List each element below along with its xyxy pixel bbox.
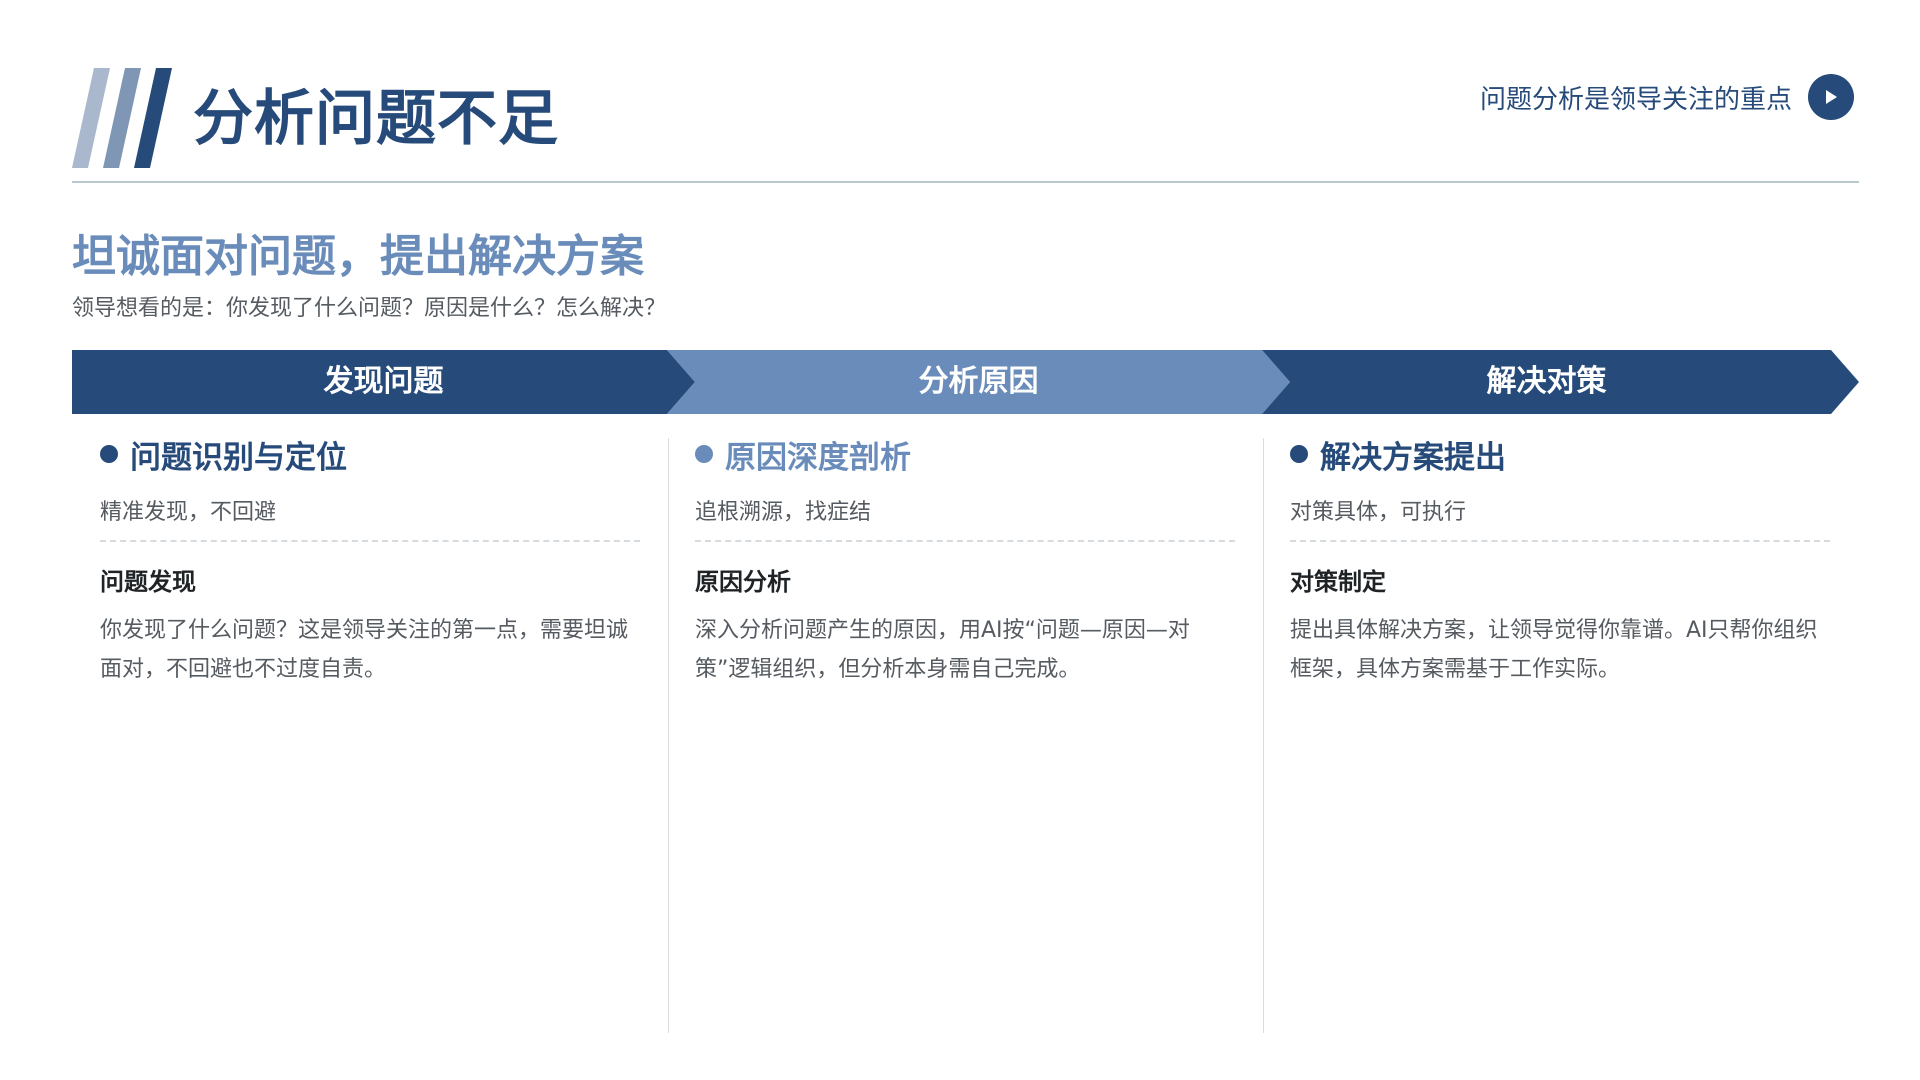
column-divider	[668, 438, 669, 1033]
page-title: 分析问题不足	[193, 84, 559, 154]
column-body: 深入分析问题产生的原因，用AI按“问题—原因—对策”逻辑组织，但分析本身需自己完…	[695, 618, 1190, 682]
column-heading-text: 解决方案提出	[1320, 439, 1506, 476]
bullet-dot-icon	[695, 445, 713, 463]
column-tagline: 追根溯源，找症结	[695, 500, 872, 525]
column-solve: 解决方案提出 对策具体，可执行 对策制定 提出具体解决方案，让领导觉得你靠谱。A…	[1290, 430, 1830, 689]
play-icon	[1826, 90, 1837, 104]
column-divider	[1263, 438, 1264, 1033]
column-heading: 解决方案提出	[1290, 430, 1830, 478]
header-note-text: 问题分析是领导关注的重点	[1479, 84, 1792, 115]
play-button[interactable]	[1808, 74, 1854, 120]
column-heading-text: 问题识别与定位	[130, 439, 347, 476]
step-label-discover: 发现问题	[323, 364, 444, 399]
dashed-divider	[695, 540, 1235, 542]
header-note: 问题分析是领导关注的重点	[1480, 74, 1854, 120]
section-intro: 领导想看的是：你发现了什么问题？原因是什么？怎么解决？	[72, 296, 667, 321]
bullet-dot-icon	[100, 445, 118, 463]
column-body: 你发现了什么问题？这是领导关注的第一点，需要坦诚面对，不回避也不过度自责。	[100, 618, 629, 682]
column-discover: 问题识别与定位 精准发现，不回避 问题发现 你发现了什么问题？这是领导关注的第一…	[100, 430, 640, 689]
bullet-dot-icon	[1290, 445, 1308, 463]
process-bar: 发现问题 分析原因 解决对策	[72, 350, 1859, 414]
column-subheading: 问题发现	[100, 568, 196, 596]
column-subheading: 对策制定	[1290, 568, 1386, 596]
section-subtitle: 坦诚面对问题，提出解决方案	[72, 231, 644, 282]
column-analyze: 原因深度剖析 追根溯源，找症结 原因分析 深入分析问题产生的原因，用AI按“问题…	[695, 430, 1235, 689]
slide: 分析问题不足 问题分析是领导关注的重点 坦诚面对问题，提出解决方案 领导想看的是…	[0, 0, 1920, 1080]
header-divider	[72, 181, 1859, 183]
title-stripes-icon	[72, 68, 172, 168]
column-heading: 问题识别与定位	[100, 430, 640, 478]
column-heading: 原因深度剖析	[695, 430, 1235, 478]
step-label-analyze: 分析原因	[918, 364, 1039, 399]
column-subheading: 原因分析	[695, 568, 791, 596]
dashed-divider	[1290, 540, 1830, 542]
column-body: 提出具体解决方案，让领导觉得你靠谱。AI只帮你组织框架，具体方案需基于工作实际。	[1290, 618, 1818, 682]
column-tagline: 对策具体，可执行	[1290, 500, 1467, 525]
column-tagline: 精准发现，不回避	[100, 500, 277, 525]
dashed-divider	[100, 540, 640, 542]
column-heading-text: 原因深度剖析	[725, 439, 911, 476]
step-label-solve: 解决对策	[1486, 364, 1607, 399]
